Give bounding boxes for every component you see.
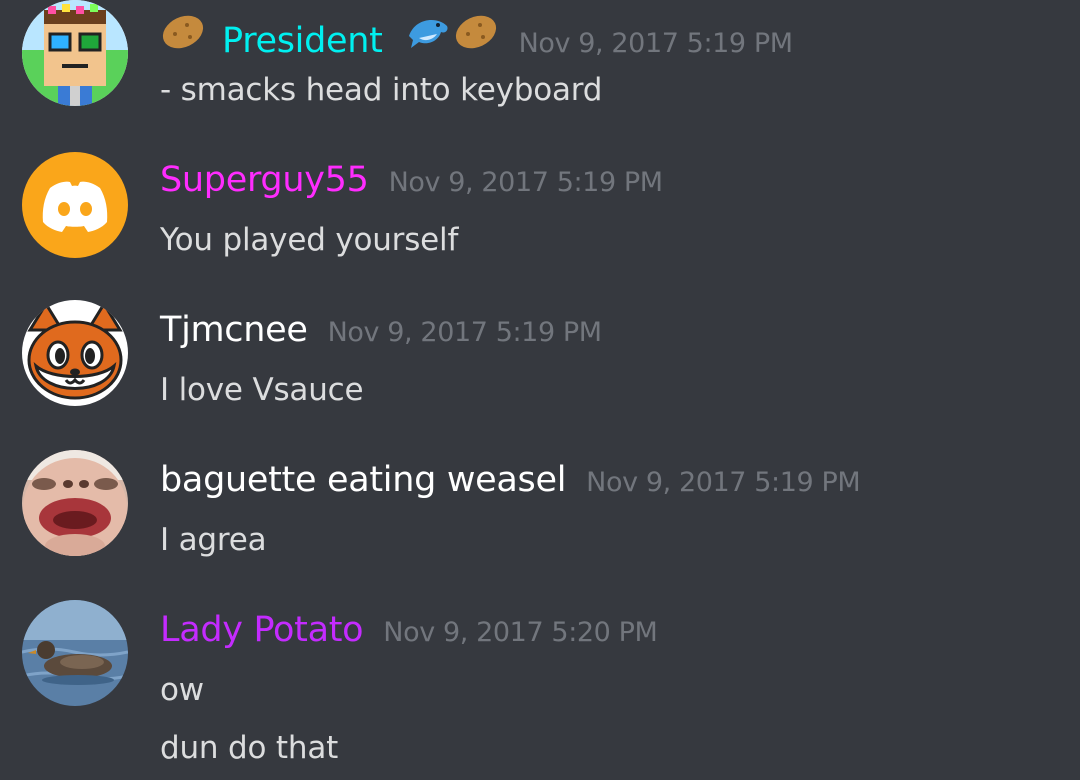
timestamp: Nov 9, 2017 5:19 PM (327, 317, 603, 348)
timestamp: Nov 9, 2017 5:19 PM (518, 28, 794, 59)
message-text: You played yourself (160, 222, 459, 258)
timestamp: Nov 9, 2017 5:19 PM (388, 167, 664, 198)
message-text: I love Vsauce (160, 372, 364, 408)
timestamp: Nov 9, 2017 5:20 PM (383, 617, 658, 648)
message-header: President Nov 9, 2017 5:19 PM (160, 12, 793, 61)
pixel-character-icon (22, 0, 128, 106)
author-name[interactable]: Superguy55 (160, 160, 369, 200)
chat-messages: President Nov 9, 2017 5:19 PM - smacks h… (0, 0, 1080, 780)
message-header: Tjmcnee Nov 9, 2017 5:19 PM (160, 310, 602, 350)
face-photo-icon (22, 450, 128, 556)
timestamp: Nov 9, 2017 5:19 PM (586, 467, 861, 498)
potato-icon (453, 12, 499, 52)
author-name[interactable]: baguette eating weasel (160, 460, 566, 500)
duck-photo-icon (22, 600, 128, 706)
potato-icon (160, 12, 206, 52)
author-name[interactable]: President (222, 21, 383, 61)
message-header: Lady Potato Nov 9, 2017 5:20 PM (160, 610, 658, 650)
author-name[interactable]: Tjmcnee (160, 310, 308, 350)
avatar[interactable] (22, 152, 128, 258)
message-header: baguette eating weasel Nov 9, 2017 5:19 … (160, 460, 861, 500)
author-name[interactable]: Lady Potato (160, 610, 364, 650)
discord-logo-icon (22, 152, 128, 258)
message-text: dun do that (160, 730, 339, 766)
avatar[interactable] (22, 600, 128, 706)
avatar[interactable] (22, 300, 128, 406)
message-header: Superguy55 Nov 9, 2017 5:19 PM (160, 160, 663, 200)
message-text: I agrea (160, 522, 267, 558)
message-text: ow (160, 672, 204, 708)
avatar[interactable] (22, 0, 128, 106)
fox-icon (22, 300, 128, 406)
message-text: - smacks head into keyboard (160, 72, 603, 108)
avatar[interactable] (22, 450, 128, 556)
dolphin-icon (405, 12, 451, 52)
